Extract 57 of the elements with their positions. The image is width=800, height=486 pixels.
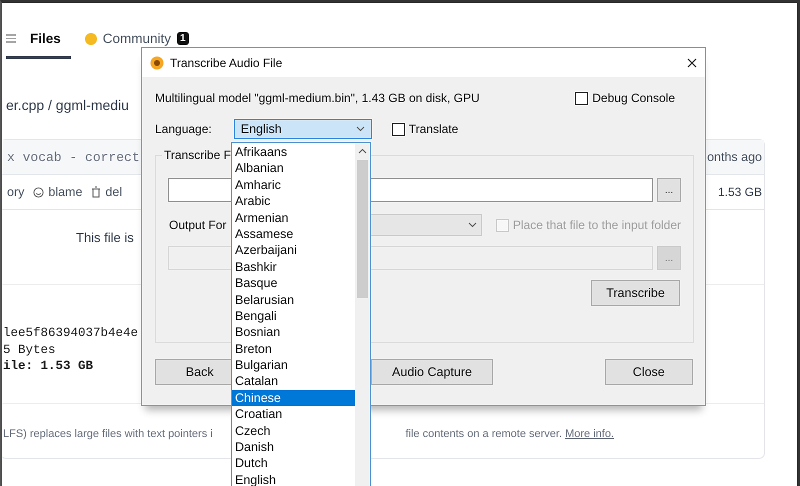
language-label: Language:	[155, 122, 212, 136]
language-option[interactable]: Armenian	[232, 210, 355, 226]
group-label: Transcribe F	[162, 148, 233, 162]
community-icon	[84, 32, 97, 44]
file-action-link[interactable]: ory	[7, 185, 24, 199]
lfs-info-line: lee5f86394037b4e4e	[3, 325, 138, 342]
language-option[interactable]: Czech	[232, 422, 355, 440]
language-option[interactable]: Assamese	[232, 226, 355, 242]
caret-icon	[468, 222, 477, 228]
more-info-link[interactable]: More info.	[565, 428, 614, 440]
output-format-label: Output For	[169, 218, 226, 232]
lfs-note: LFS) replaces large files with text pointers i	[3, 428, 213, 440]
language-option[interactable]: Croatian	[232, 406, 355, 423]
language-option[interactable]: Afrikaans	[232, 144, 355, 160]
face-icon	[33, 186, 44, 198]
file-size: 1.53 GB	[718, 185, 762, 199]
language-option[interactable]: Dutch	[232, 455, 355, 472]
language-option[interactable]: Bengali	[232, 308, 355, 324]
transcribe-button[interactable]: Transcribe	[591, 280, 680, 306]
translate-checkbox[interactable]: Translate	[392, 122, 458, 136]
close-icon[interactable]	[687, 58, 697, 68]
model-info: Multilingual model "ggml-medium.bin", 1.43 GB on disk, GPU	[155, 91, 480, 105]
language-option[interactable]: Amharic	[232, 176, 355, 194]
notice-text: This file is	[76, 230, 134, 245]
breadcrumb: er.cpp / ggml-mediu	[6, 97, 129, 113]
caret-icon	[356, 126, 365, 132]
language-option[interactable]: Azerbaijani	[232, 242, 355, 259]
language-option[interactable]: Bosnian	[232, 324, 355, 341]
scrollbar[interactable]	[355, 143, 370, 486]
browse-button[interactable]: ...	[657, 178, 681, 202]
lfs-info-line: 5 Bytes	[3, 342, 56, 358]
language-option[interactable]: Basque	[232, 275, 355, 292]
list-icon	[6, 34, 16, 43]
dialog-button[interactable]: Audio Capture	[371, 359, 493, 385]
count-badge: 1	[177, 32, 189, 45]
trash-icon	[91, 186, 102, 198]
scroll-up-icon[interactable]	[358, 148, 367, 154]
language-option[interactable]: Arabic	[232, 193, 355, 210]
language-option[interactable]: Chinese	[232, 390, 355, 406]
dialog-button[interactable]: Close	[604, 359, 693, 385]
lfs-note: file contents on a remote server. More info.	[405, 428, 614, 440]
lfs-info-line: ile: 1.53 GB	[3, 358, 94, 374]
scroll-thumb[interactable]	[357, 160, 368, 298]
app-icon	[150, 56, 164, 70]
language-option[interactable]: English	[232, 472, 355, 486]
page-tab[interactable]: Files	[6, 31, 71, 59]
language-select[interactable]: English	[234, 119, 372, 139]
file-action-link[interactable]: del	[91, 185, 122, 199]
language-option[interactable]: Breton	[232, 340, 355, 358]
commit-time: onths ago	[707, 150, 762, 164]
debug-console-checkbox[interactable]: Debug Console	[575, 91, 675, 105]
language-option[interactable]: Belarusian	[232, 292, 355, 308]
commit-message: x vocab - correct	[7, 150, 140, 164]
language-option[interactable]: Albanian	[232, 160, 355, 177]
language-option[interactable]: Bashkir	[232, 258, 355, 276]
file-action-link[interactable]: blame	[33, 185, 82, 199]
language-option[interactable]: Danish	[232, 439, 355, 456]
